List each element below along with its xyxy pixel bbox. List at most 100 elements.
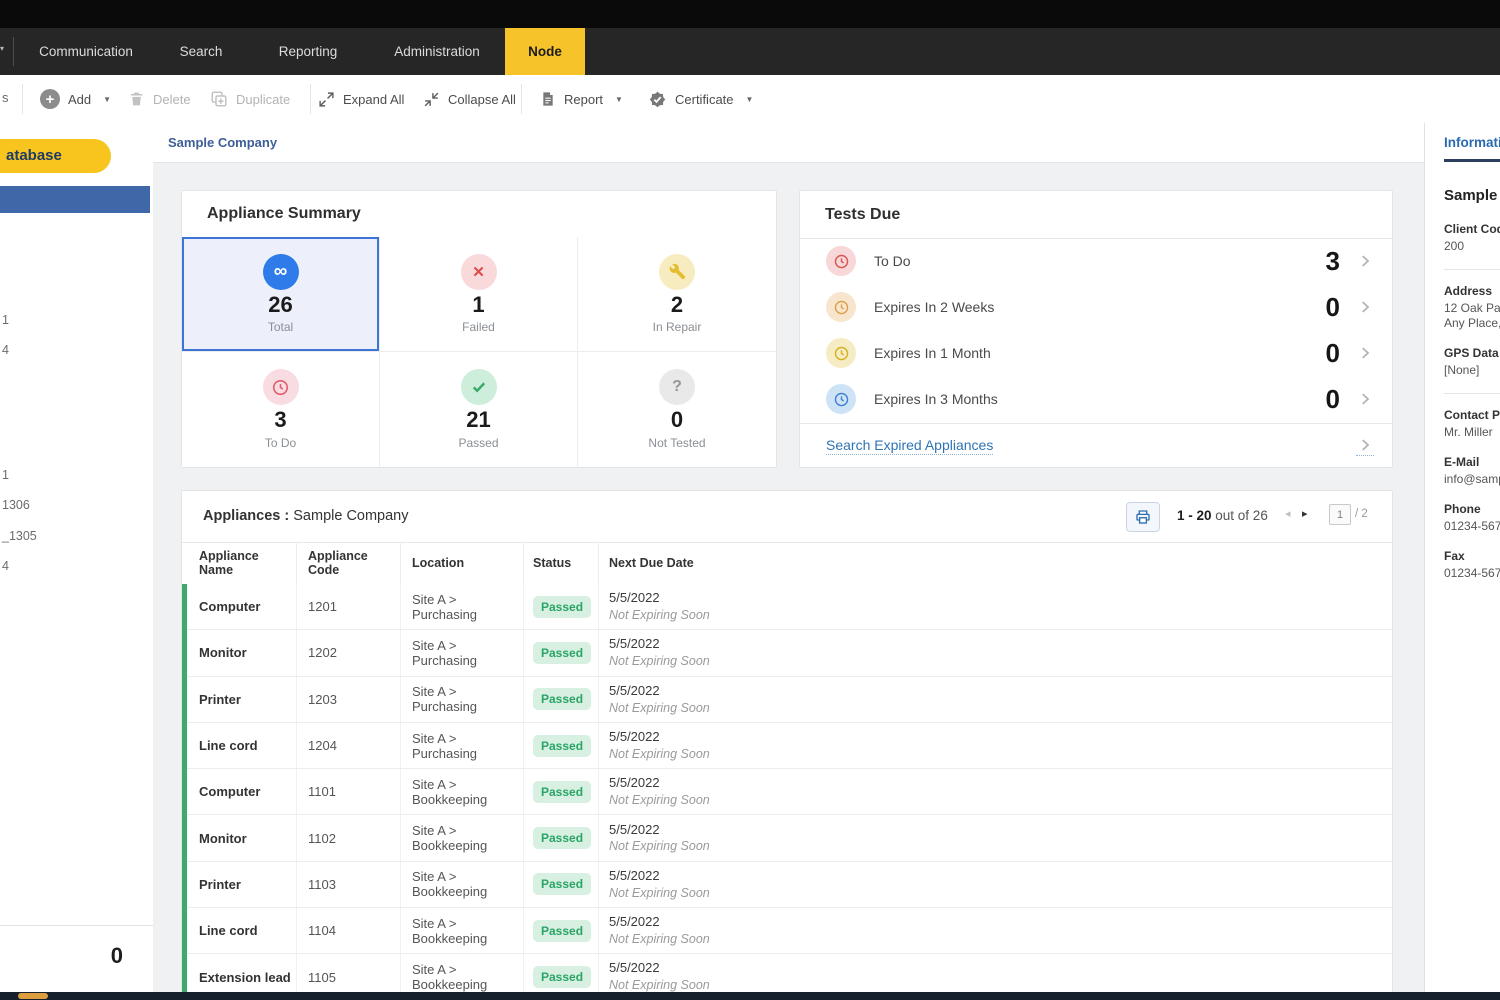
main-nav-bar: ▾ Communication Search Reporting Adminis… [0,28,1500,75]
collapse-all-icon [423,91,440,108]
expand-all-button[interactable]: Expand All [318,75,404,123]
tests-due-row-1-month[interactable]: Expires In 1 Month 0 [800,330,1392,376]
status-badge: Passed [533,827,591,849]
chevron-right-icon [1356,344,1374,362]
tree-selected-item[interactable] [0,186,150,213]
table-row[interactable]: Printer 1203 Site A > Purchasing Passed … [187,677,1392,723]
summary-tile-passed[interactable]: 21 Passed [380,352,578,467]
column-header-status[interactable]: Status [524,542,599,584]
add-plus-icon: + [40,89,60,109]
breadcrumb[interactable]: Sample Company [168,135,277,150]
tree-item[interactable]: 4 [2,343,9,357]
tree-item[interactable]: 1 [2,313,9,327]
clock-icon [826,246,856,276]
nav-divider [13,37,14,66]
tab-reporting[interactable]: Reporting [269,28,348,75]
main-content: Sample Company Appliance Summary ∞ 26 To… [153,123,1424,1000]
delete-button[interactable]: Delete [128,75,191,123]
table-body: Computer 1201 Site A > Purchasing Passed… [182,584,1392,993]
tree-item[interactable]: 4 [2,559,9,573]
table-row[interactable]: Line cord 1104 Site A > Bookkeeping Pass… [187,908,1392,954]
summary-tile-total[interactable]: ∞ 26 Total [182,237,380,352]
table-row[interactable]: Line cord 1204 Site A > Purchasing Passe… [187,723,1392,769]
caret-down-icon[interactable]: ▼ [746,95,754,104]
tab-information[interactable]: Information [1444,135,1500,150]
status-badge: Passed [533,920,591,942]
search-expired-appliances-link[interactable]: Search Expired Appliances [800,423,1392,468]
certificate-button[interactable]: Certificate ▼ [648,75,753,123]
tree-item[interactable]: 1 [2,468,9,482]
field-email: E-Mail info@sample [1444,455,1500,487]
tests-due-row-3-months[interactable]: Expires In 3 Months 0 [800,376,1392,422]
appliance-summary-title: Appliance Summary [207,205,361,223]
table-row[interactable]: Monitor 1102 Site A > Bookkeeping Passed… [187,815,1392,861]
caret-down-icon[interactable]: ▼ [615,95,623,104]
clock-icon [826,338,856,368]
information-side-panel: Information Sample Company Client Code 2… [1424,123,1500,1000]
page-next-button[interactable]: ▸ [1302,507,1308,520]
tab-node[interactable]: Node [505,28,585,75]
summary-tile-to-do[interactable]: 3 To Do [182,352,380,467]
toolbar-cutoff-fragment: s [2,90,9,105]
column-header-location[interactable]: Location [401,542,524,584]
summary-tile-not-tested[interactable]: ? 0 Not Tested [578,352,776,467]
company-heading: Sample Company [1444,187,1500,204]
chevron-right-icon [1356,298,1374,316]
table-row[interactable]: Printer 1103 Site A > Bookkeeping Passed… [187,862,1392,908]
field-contact-person: Contact Person Mr. Miller [1444,408,1500,440]
column-header-appliance-name[interactable]: Appliance Name [182,542,297,584]
summary-tile-in-repair[interactable]: 2 In Repair [578,237,776,352]
appliances-table-card: Appliances : Sample Company 1 - 20 out o… [181,490,1393,994]
tests-due-row-2-weeks[interactable]: Expires In 2 Weeks 0 [800,284,1392,330]
status-badge: Passed [533,735,591,757]
field-phone: Phone 01234-5678 [1444,502,1500,534]
status-badge: Passed [533,966,591,988]
table-column-header-row: Appliance Name Appliance Code Location S… [182,542,1392,585]
tree-item[interactable]: _1305 [2,529,37,543]
collapse-all-button[interactable]: Collapse All [423,75,516,123]
status-badge: Passed [533,596,591,618]
status-badge: Passed [533,873,591,895]
report-button[interactable]: Report ▼ [540,75,623,123]
table-row[interactable]: Monitor 1202 Site A > Purchasing Passed … [187,630,1392,676]
pagination-range: 1 - 20 out of 26 [1177,508,1268,523]
field-fax: Fax 01234-5678 [1444,549,1500,581]
summary-tile-failed[interactable]: ✕ 1 Failed [380,237,578,352]
scrollbar-thumb[interactable] [18,993,48,999]
column-header-appliance-code[interactable]: Appliance Code [297,542,401,584]
printer-icon [1134,508,1152,526]
caret-down-icon[interactable]: ▼ [103,95,111,104]
sidebar-footer-count: 0 [111,943,123,969]
page-number-input[interactable]: 1 [1329,504,1351,525]
toolbar-divider [22,84,23,114]
information-tab-underline [1444,159,1500,162]
window-title-strip [0,0,1500,28]
tab-search[interactable]: Search [170,28,233,75]
toolbar-divider [310,84,311,114]
table-row[interactable]: Computer 1101 Site A > Bookkeeping Passe… [187,769,1392,815]
table-row[interactable]: Computer 1201 Site A > Purchasing Passed… [187,584,1392,630]
question-mark-icon: ? [659,369,695,405]
duplicate-button[interactable]: Duplicate [210,75,290,123]
column-header-next-due-date[interactable]: Next Due Date [599,542,1392,584]
tab-administration[interactable]: Administration [384,28,490,75]
database-button[interactable]: atabase [0,139,111,173]
failed-x-icon: ✕ [461,254,497,290]
clock-icon [263,369,299,405]
chevron-right-icon [1356,390,1374,408]
tab-communication[interactable]: Communication [29,28,143,75]
tests-due-row-to-do[interactable]: To Do 3 [800,238,1392,284]
print-button[interactable] [1126,502,1160,532]
table-title: Appliances : Sample Company [203,508,409,524]
clock-icon [826,292,856,322]
expand-all-icon [318,91,335,108]
bottom-scrollbar[interactable] [0,992,1500,1000]
add-button[interactable]: + Add ▼ [40,75,111,123]
field-client-code: Client Code 200 [1444,222,1500,254]
page-prev-button[interactable]: ◂ [1285,507,1291,520]
certificate-seal-icon [648,90,667,109]
appliance-summary-card: Appliance Summary ∞ 26 Total ✕ 1 Failed … [181,190,777,468]
status-badge: Passed [533,688,591,710]
table-row[interactable]: Extension lead 1105 Site A > Bookkeeping… [187,954,1392,994]
tree-item[interactable]: 1306 [2,498,30,512]
